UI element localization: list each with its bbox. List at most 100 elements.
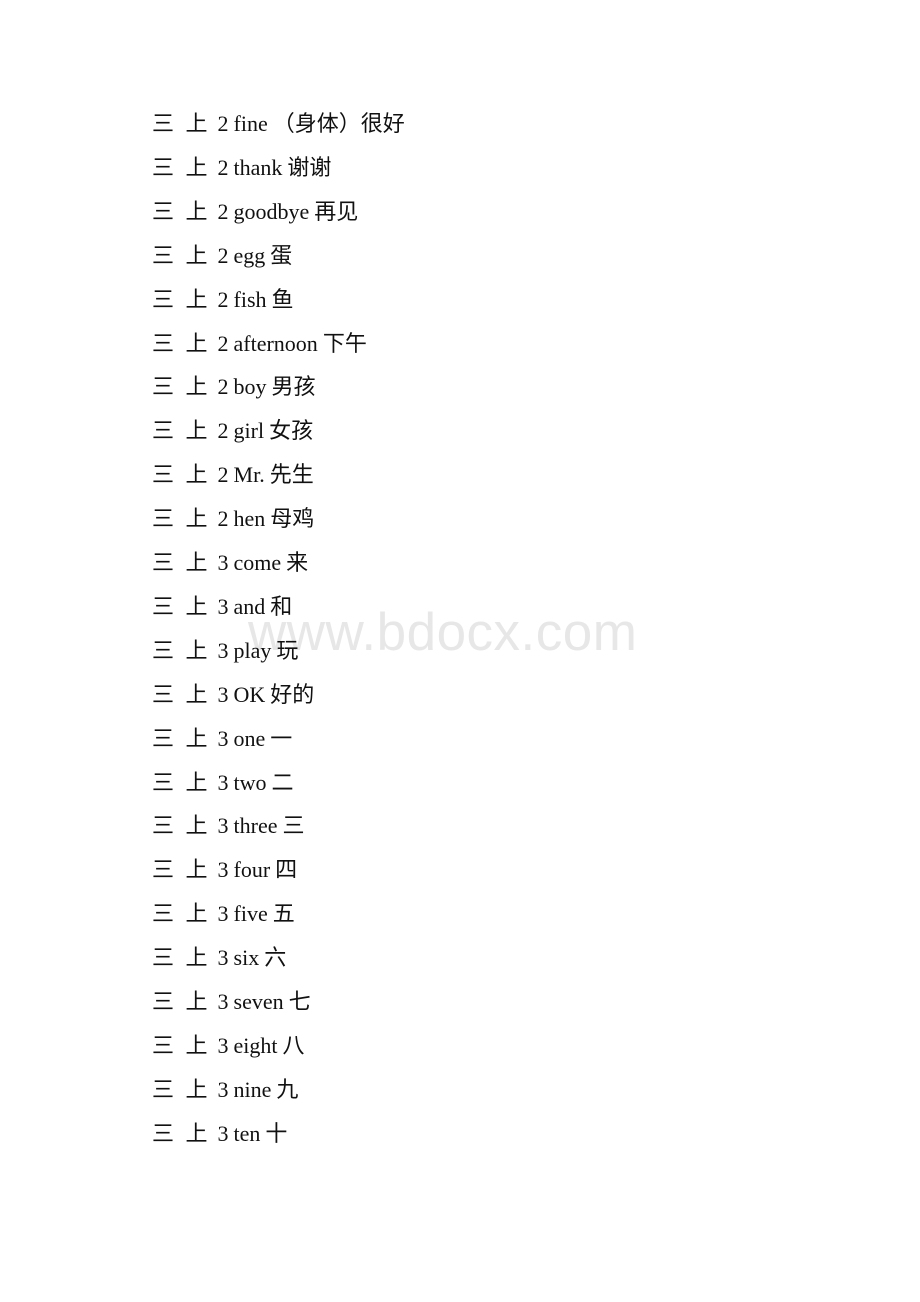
vocab-meaning: 蛋 xyxy=(270,242,293,268)
vocab-row: 三 上 3 come 来 xyxy=(152,541,308,585)
vocab-grade: 三 上 xyxy=(152,813,211,839)
vocab-unit: 2 xyxy=(217,242,229,268)
vocab-meaning: （身体）很好 xyxy=(272,111,405,136)
vocab-row: 三 上 2 hen 母鸡 xyxy=(152,497,314,541)
vocab-grade: 三 上 xyxy=(152,374,211,400)
vocab-grade: 三 上 xyxy=(152,154,211,180)
vocab-meaning: 和 xyxy=(270,593,293,619)
vocab-row: 三 上 3 OK 好的 xyxy=(152,673,314,717)
vocab-meaning: 女孩 xyxy=(269,418,314,444)
vocab-meaning: 玩 xyxy=(276,637,299,663)
vocab-unit: 3 xyxy=(217,813,229,839)
vocab-row: 三 上 3 eight 八 xyxy=(152,1024,305,1068)
vocab-meaning: 三 xyxy=(282,813,305,839)
vocab-row: 三 上 3 ten 十 xyxy=(152,1112,287,1156)
vocab-grade: 三 上 xyxy=(152,550,211,575)
vocab-row: 三 上 2 goodbye 再见 xyxy=(152,190,358,234)
vocab-word: fine xyxy=(233,111,268,136)
vocab-word: four xyxy=(233,857,271,883)
vocab-unit: 3 xyxy=(217,681,229,707)
vocab-word: two xyxy=(233,769,267,795)
vocab-unit: 2 xyxy=(217,330,229,356)
vocab-unit: 2 xyxy=(217,374,229,400)
vocab-grade: 三 上 xyxy=(152,1076,211,1102)
vocab-meaning: 七 xyxy=(288,989,311,1014)
vocab-meaning: 鱼 xyxy=(271,286,294,312)
vocab-grade: 三 上 xyxy=(152,1032,211,1058)
vocab-row: 三 上 2 girl 女孩 xyxy=(152,409,313,453)
vocab-meaning: 一 xyxy=(270,725,293,751)
vocab-unit: 3 xyxy=(217,1120,229,1146)
vocab-row: 三 上 2 thank 谢谢 xyxy=(152,146,331,190)
vocab-grade: 三 上 xyxy=(152,462,211,488)
vocab-word: fish xyxy=(233,286,267,312)
vocab-word: ten xyxy=(233,1120,261,1146)
vocab-word: goodbye xyxy=(233,198,310,224)
vocab-meaning: 六 xyxy=(264,945,287,971)
vocab-meaning: 四 xyxy=(275,857,298,883)
vocab-grade: 三 上 xyxy=(152,681,211,707)
vocab-unit: 3 xyxy=(217,593,229,619)
vocab-grade: 三 上 xyxy=(152,1120,211,1146)
vocab-grade: 三 上 xyxy=(152,901,211,927)
vocab-row: 三 上 3 two 二 xyxy=(152,761,294,805)
vocab-unit: 2 xyxy=(217,506,229,532)
vocab-grade: 三 上 xyxy=(152,198,211,224)
vocab-meaning: 二 xyxy=(271,769,294,795)
vocab-word: one xyxy=(233,725,266,751)
vocab-row: 三 上 3 four 四 xyxy=(152,848,297,892)
vocab-meaning: 好的 xyxy=(270,681,315,707)
vocab-unit: 3 xyxy=(217,945,229,971)
vocab-grade: 三 上 xyxy=(152,506,211,532)
vocab-word: three xyxy=(233,813,278,839)
vocab-row: 三 上 3 seven 七 xyxy=(152,980,311,1024)
vocab-row: 三 上 3 five 五 xyxy=(152,892,295,936)
vocab-word: Mr. xyxy=(233,462,265,488)
vocab-meaning: 谢谢 xyxy=(287,154,332,180)
vocab-meaning: 下午 xyxy=(322,330,367,356)
vocab-meaning: 九 xyxy=(276,1076,299,1102)
vocab-grade: 三 上 xyxy=(152,945,211,971)
vocab-unit: 2 xyxy=(217,418,229,444)
vocab-row: 三 上 3 and 和 xyxy=(152,585,292,629)
vocab-word: nine xyxy=(233,1076,272,1102)
vocab-row: 三 上 2 Mr. 先生 xyxy=(152,453,314,497)
vocab-row: 三 上 3 nine 九 xyxy=(152,1068,298,1112)
vocab-word: OK xyxy=(233,681,266,707)
vocab-word: six xyxy=(233,945,260,971)
vocab-meaning: 再见 xyxy=(314,198,359,224)
vocab-row: 三 上 2 afternoon 下午 xyxy=(152,322,367,366)
vocab-word: thank xyxy=(233,154,283,180)
vocab-grade: 三 上 xyxy=(152,769,211,795)
vocab-grade: 三 上 xyxy=(152,637,211,663)
vocab-meaning: 来 xyxy=(286,550,309,575)
vocab-unit: 2 xyxy=(217,154,229,180)
vocab-unit: 3 xyxy=(217,725,229,751)
vocab-grade: 三 上 xyxy=(152,418,211,444)
vocab-grade: 三 上 xyxy=(152,989,211,1014)
vocab-word: egg xyxy=(233,242,266,268)
vocab-word: and xyxy=(233,593,266,619)
vocab-unit: 3 xyxy=(217,857,229,883)
vocab-unit: 3 xyxy=(217,1032,229,1058)
vocab-row: 三 上 2 fine （身体）很好 xyxy=(152,102,405,146)
vocab-unit: 2 xyxy=(217,286,229,312)
vocab-row: 三 上 2 boy 男孩 xyxy=(152,365,316,409)
vocab-unit: 3 xyxy=(217,901,229,927)
vocab-unit: 3 xyxy=(217,550,229,575)
vocab-word: afternoon xyxy=(233,330,318,356)
vocab-grade: 三 上 xyxy=(152,286,211,312)
vocab-word: eight xyxy=(233,1032,278,1058)
vocab-meaning: 男孩 xyxy=(271,374,316,400)
vocab-grade: 三 上 xyxy=(152,330,211,356)
vocab-meaning: 母鸡 xyxy=(270,506,315,532)
vocab-word: boy xyxy=(233,374,267,400)
vocab-grade: 三 上 xyxy=(152,111,211,136)
vocab-grade: 三 上 xyxy=(152,725,211,751)
vocab-word: hen xyxy=(233,506,266,532)
vocab-word: five xyxy=(233,901,268,927)
vocab-word: girl xyxy=(233,418,265,444)
vocab-word: come xyxy=(233,550,282,575)
vocab-grade: 三 上 xyxy=(152,242,211,268)
document-page: www.bdocx.com 三 上 2 fine （身体）很好三 上 2 thank 谢谢三… xyxy=(0,0,920,1302)
